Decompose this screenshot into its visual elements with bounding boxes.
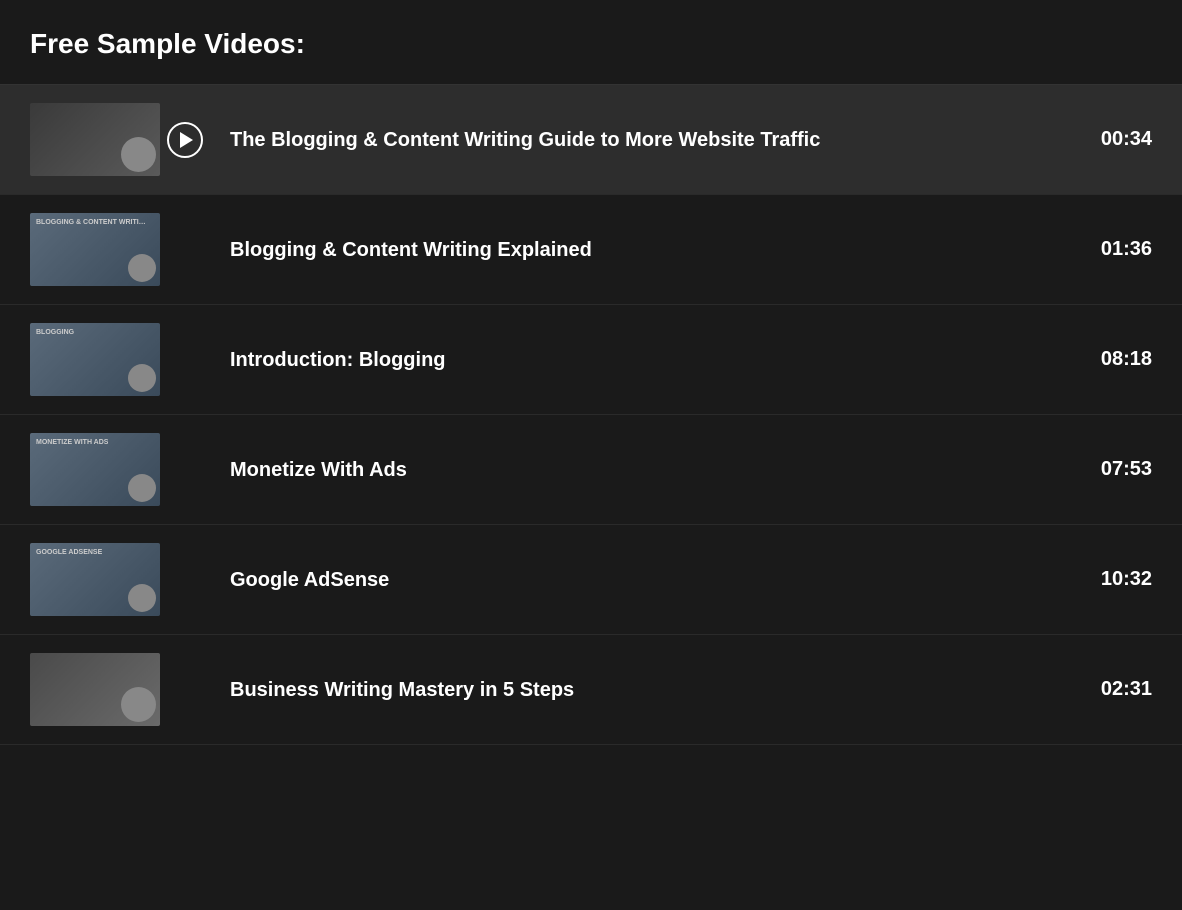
page-container: Free Sample Videos: The Blogging & Conte…	[0, 0, 1182, 745]
play-triangle-icon	[180, 132, 193, 148]
video-item[interactable]: The Blogging & Content Writing Guide to …	[0, 85, 1182, 195]
thumbnail-label: BLOGGING	[36, 329, 74, 336]
thumbnail-label: BLOGGING & CONTENT WRITING EXPLAINED	[36, 219, 146, 226]
video-item[interactable]: BLOGGING & CONTENT WRITING EXPLAINED Blog…	[0, 195, 1182, 305]
video-duration: 02:31	[1082, 678, 1152, 701]
video-title: Business Writing Mastery in 5 Steps	[210, 677, 1082, 703]
video-title: Blogging & Content Writing Explained	[210, 237, 1082, 263]
video-thumbnail: GOOGLE ADSENSE	[30, 543, 160, 616]
video-item[interactable]: MONETIZE WITH ADS Monetize With Ads07:53	[0, 415, 1182, 525]
play-button-wrapper	[160, 122, 210, 158]
video-duration: 10:32	[1082, 568, 1152, 591]
video-item[interactable]: GOOGLE ADSENSE Google AdSense10:32	[0, 525, 1182, 635]
video-title: Introduction: Blogging	[210, 347, 1082, 373]
thumbnail-label: MONETIZE WITH ADS	[36, 439, 108, 446]
video-thumbnail	[30, 653, 160, 726]
video-title: Google AdSense	[210, 567, 1082, 593]
thumbnail-label: GOOGLE ADSENSE	[36, 549, 102, 556]
video-duration: 01:36	[1082, 238, 1152, 261]
video-list: The Blogging & Content Writing Guide to …	[0, 85, 1182, 745]
video-title: The Blogging & Content Writing Guide to …	[210, 127, 1082, 153]
page-title: Free Sample Videos:	[30, 28, 1152, 60]
video-thumbnail: MONETIZE WITH ADS	[30, 433, 160, 506]
video-item[interactable]: BLOGGING Introduction: Blogging08:18	[0, 305, 1182, 415]
video-thumbnail: BLOGGING	[30, 323, 160, 396]
video-duration: 07:53	[1082, 458, 1152, 481]
video-item[interactable]: Business Writing Mastery in 5 Steps02:31	[0, 635, 1182, 745]
page-header: Free Sample Videos:	[0, 0, 1182, 85]
play-icon[interactable]	[167, 122, 203, 158]
video-thumbnail: BLOGGING & CONTENT WRITING EXPLAINED	[30, 213, 160, 286]
video-title: Monetize With Ads	[210, 457, 1082, 483]
video-duration: 00:34	[1082, 128, 1152, 151]
video-thumbnail	[30, 103, 160, 176]
video-duration: 08:18	[1082, 348, 1152, 371]
